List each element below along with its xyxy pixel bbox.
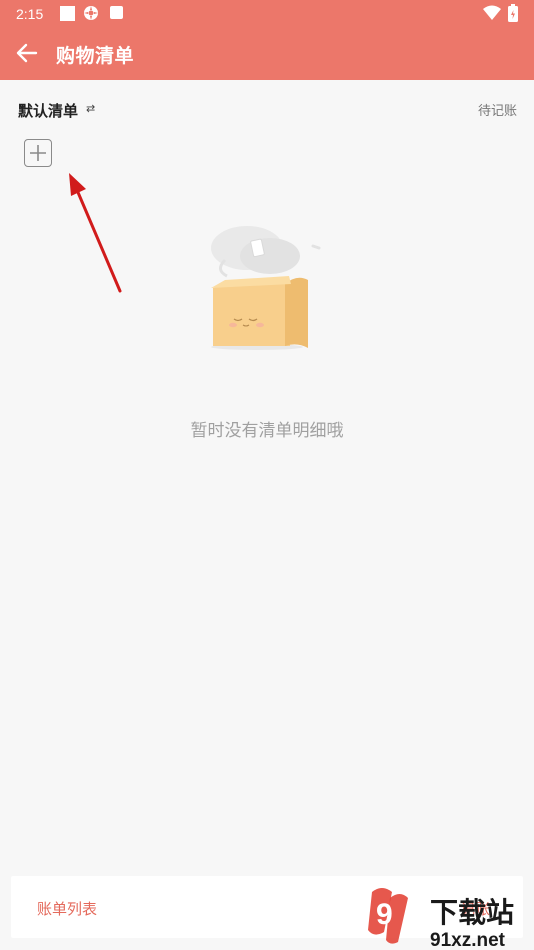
pending-bookkeeping-link[interactable]: 待记账	[478, 100, 517, 119]
empty-box-illustration-icon	[211, 226, 321, 350]
app-header: 2:15 购物清单	[0, 0, 534, 80]
battery-icon	[508, 4, 518, 22]
watermark-logo: 9	[376, 898, 393, 931]
app-bar: 购物清单	[0, 28, 534, 80]
add-item-button[interactable]	[24, 139, 52, 167]
plus-icon	[30, 145, 46, 161]
bill-list-button[interactable]: 账单列表	[37, 898, 97, 919]
list-name-label[interactable]: 默认清单	[18, 100, 78, 121]
notification-square-icon	[60, 6, 75, 21]
list-header-row: 默认清单 ⇄ 待记账	[0, 80, 534, 136]
wifi-icon	[483, 5, 501, 20]
status-bar: 2:15	[0, 0, 534, 28]
status-time: 2:15	[16, 6, 44, 22]
back-arrow-icon[interactable]	[14, 40, 40, 66]
watermark-url: 91xz.net	[430, 930, 506, 950]
notification-gear-icon	[84, 6, 98, 20]
page-title: 购物清单	[56, 45, 135, 67]
site-watermark: 9 下载站 91xz.net	[368, 888, 514, 950]
notification-a-icon	[110, 6, 123, 19]
red-annotation-arrow-icon	[69, 173, 122, 293]
empty-state-message: 暂时没有清单明细哦	[190, 421, 344, 441]
watermark-title: 下载站	[430, 896, 514, 929]
switch-list-icon[interactable]: ⇄	[86, 102, 95, 115]
